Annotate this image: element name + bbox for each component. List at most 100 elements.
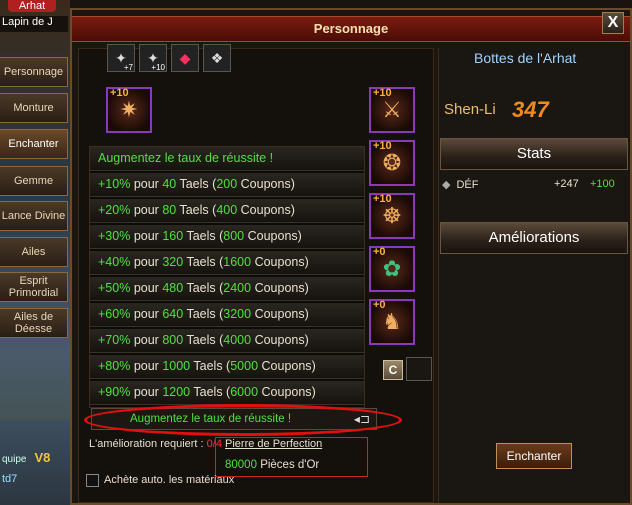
gem-slot-3[interactable]: ◆ (171, 44, 199, 72)
enchant-level: +0 (373, 299, 386, 311)
equip-slot-ring[interactable]: +10 ❂ (369, 140, 415, 186)
gold-requirement: 80000 Pièces d'Or (225, 459, 319, 471)
option-taels-word: Taels (179, 203, 209, 217)
option-taels-word: Taels (193, 359, 223, 373)
dropdown-header[interactable]: Augmentez le taux de réussite ! (90, 147, 364, 171)
option-coupons: 5000 (230, 359, 259, 373)
success-option[interactable]: +90% pour 1200 Taels (6000 Coupons) (90, 381, 364, 405)
option-taels: 800 (162, 333, 184, 347)
side-tab-label: Ailes de Déesse (13, 311, 54, 335)
option-taels: 320 (162, 255, 184, 269)
option-taels: 160 (162, 229, 184, 243)
sword-icon: ⚔ (382, 97, 402, 122)
stat-bonus: +100 (590, 178, 615, 190)
equip-slot-boots[interactable]: +0 ♞ (369, 299, 415, 345)
dagger-icon: ✷ (119, 97, 139, 122)
equip-slot-weapon[interactable]: +10 ✷ (106, 87, 152, 133)
option-taels-word: Taels (186, 255, 216, 269)
option-pour: pour (133, 177, 159, 191)
option-percent: +40% (98, 255, 131, 269)
side-tab-label: Personnage (3, 66, 64, 78)
stats-title: Stats (516, 145, 552, 162)
option-coupons-word: Coupons (261, 359, 312, 373)
option-coupons: 3200 (223, 307, 252, 321)
gold-amount: 80000 (225, 459, 257, 471)
enchant-button[interactable]: Enchanter (496, 443, 572, 469)
option-percent: +50% (98, 281, 131, 295)
equip-slot-sword[interactable]: +10 ⚔ (369, 87, 415, 133)
success-option[interactable]: +80% pour 1000 Taels (5000 Coupons) (90, 355, 364, 379)
gem-slot-4[interactable]: ❖ (203, 44, 231, 72)
side-tab-label: Esprit Primordial (8, 275, 59, 299)
material-slot[interactable] (406, 357, 432, 381)
option-pour: pour (133, 307, 159, 321)
success-rate-dropdown: Augmentez le taux de réussite ! +10% pou… (89, 146, 365, 408)
requirement-label: L'amélioration requiert : (89, 438, 204, 450)
side-tab-monture[interactable]: Monture (0, 93, 68, 123)
player-label: td7 (2, 473, 18, 485)
side-tab-ailes-de-deesse[interactable]: Ailes de Déesse (0, 308, 68, 338)
item-name: Bottes de l'Arhat (474, 50, 577, 66)
success-rate-select[interactable]: Augmentez le taux de réussite ! ◂⊐ (91, 408, 377, 430)
option-coupons-word: Coupons (247, 229, 298, 243)
gem-slot-2[interactable]: ✦ +10 (139, 44, 167, 72)
success-option[interactable]: +40% pour 320 Taels (1600 Coupons) (90, 251, 364, 275)
side-tab-label: Gemme (13, 175, 54, 187)
success-option[interactable]: +50% pour 480 Taels (2400 Coupons) (90, 277, 364, 301)
requirement-highlight-box (215, 437, 368, 477)
option-coupons-word: Coupons (254, 333, 305, 347)
window-title-text: Personnage (313, 21, 389, 36)
option-taels-word: Taels (186, 229, 216, 243)
side-tab-gemme[interactable]: Gemme (0, 166, 68, 196)
success-option[interactable]: +10% pour 40 Taels (200 Coupons) (90, 173, 364, 197)
side-tab-ailes[interactable]: Ailes (0, 237, 68, 267)
side-tab-lance-divine[interactable]: Lance Divine (0, 201, 68, 231)
c-button[interactable]: C (383, 360, 403, 380)
option-taels-word: Taels (186, 333, 216, 347)
close-icon: X (607, 14, 619, 31)
option-coupons: 800 (223, 229, 245, 243)
hero-name: Shen-Li (444, 101, 496, 118)
option-percent: +90% (98, 385, 131, 399)
success-option[interactable]: +20% pour 80 Taels (400 Coupons) (90, 199, 364, 223)
wing-emblem-icon: ❖ (210, 49, 224, 66)
dropdown-header-text: Augmentez le taux de réussite ! (98, 151, 274, 165)
bracelet-icon: ☸ (382, 203, 402, 228)
improvements-header: Améliorations (440, 222, 628, 254)
option-percent: +10% (98, 177, 131, 191)
stat-name: DÉF (456, 179, 479, 191)
c-button-label: C (388, 363, 398, 377)
option-taels-word: Taels (186, 281, 216, 295)
option-coupons-word: Coupons (240, 203, 291, 217)
close-button[interactable]: X (602, 12, 624, 34)
option-taels: 1000 (162, 359, 191, 373)
option-coupons: 4000 (223, 333, 252, 347)
success-option[interactable]: +60% pour 640 Taels (3200 Coupons) (90, 303, 364, 327)
stats-header: Stats (440, 138, 628, 170)
success-option[interactable]: +70% pour 800 Taels (4000 Coupons) (90, 329, 364, 353)
option-taels: 480 (162, 281, 184, 295)
equip-slot-bracelet[interactable]: +10 ☸ (369, 193, 415, 239)
option-percent: +30% (98, 229, 131, 243)
option-taels: 640 (162, 307, 184, 321)
selected-value: Augmentez le taux de réussite ! (130, 413, 292, 425)
side-tab-esprit-primordial[interactable]: Esprit Primordial (0, 272, 68, 302)
ring-icon: ❂ (382, 150, 402, 175)
side-tab-personnage[interactable]: Personnage (0, 57, 68, 87)
target-name-label: Lapin de J (0, 16, 68, 32)
side-tab-enchanter[interactable]: Enchanter (0, 129, 68, 159)
vip-level: V8 (34, 450, 51, 465)
success-option[interactable]: +30% pour 160 Taels (800 Coupons) (90, 225, 364, 249)
option-coupons: 1600 (223, 255, 252, 269)
improvements-title: Améliorations (488, 229, 580, 246)
gem-slot-1[interactable]: ✦ +7 (107, 44, 135, 72)
option-coupons-word: Coupons (254, 307, 305, 321)
option-taels-word: Taels (186, 307, 216, 321)
option-taels: 40 (162, 177, 177, 191)
option-coupons-word: Coupons (261, 385, 312, 399)
auto-buy-checkbox[interactable] (86, 474, 99, 487)
equip-slot-amulet[interactable]: +0 ✿ (369, 246, 415, 292)
option-coupons: 6000 (230, 385, 259, 399)
option-pour: pour (133, 203, 159, 217)
side-tab-label: Monture (13, 102, 54, 114)
